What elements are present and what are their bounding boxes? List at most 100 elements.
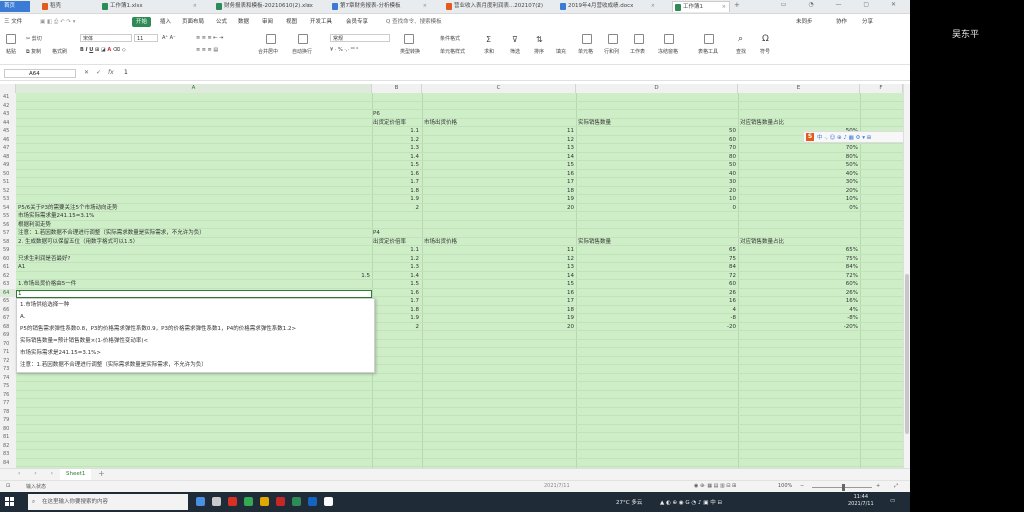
sync-status[interactable]: 未同步 — [796, 17, 813, 25]
cortana-icon[interactable] — [196, 497, 205, 506]
row-header[interactable]: 48 — [0, 153, 16, 161]
dropdown-item[interactable]: P5的销售需求弹性系数0.8，P3的价格需求弹性系数0.9，P3的价格需求弹性系… — [20, 325, 296, 333]
row-header[interactable]: 44 — [0, 119, 16, 127]
sort-icon[interactable]: ⇅ — [536, 35, 543, 44]
symbol-icon[interactable]: Ω — [762, 34, 769, 44]
row-header[interactable]: 50 — [0, 170, 16, 178]
quick-access-icons[interactable]: ▣ ◧ ⎙ ↶ ↷ ▾ — [40, 17, 76, 27]
tab-docx[interactable]: 2019年4月营收成绩.docx × — [558, 1, 658, 12]
collaborate-button[interactable]: 协作 — [836, 17, 847, 25]
row-header[interactable]: 80 — [0, 425, 16, 433]
wrap-icon[interactable] — [298, 34, 308, 44]
close-icon[interactable]: × — [307, 1, 311, 12]
row-header[interactable]: 67 — [0, 314, 16, 322]
cells-icon[interactable] — [582, 34, 592, 44]
row-header[interactable]: 65 — [0, 297, 16, 305]
row-header[interactable]: 45 — [0, 127, 16, 135]
row-header[interactable]: 84 — [0, 459, 16, 467]
cut-button[interactable]: ✂ 剪切 — [26, 35, 42, 42]
column-header-b[interactable]: B — [372, 84, 422, 93]
find-icon[interactable]: ⌕ — [738, 34, 743, 44]
rowcol-icon[interactable] — [608, 34, 618, 44]
fx-icon[interactable]: fx — [108, 69, 114, 76]
row-header[interactable]: 43 — [0, 110, 16, 118]
row-header[interactable]: 69 — [0, 331, 16, 339]
number-format-select[interactable]: 常规 — [330, 34, 390, 42]
windows-start-icon[interactable] — [5, 497, 15, 507]
cell-style-button[interactable]: 单元格样式 — [440, 48, 465, 55]
row-header[interactable]: 47 — [0, 144, 16, 152]
column-header-f[interactable]: F — [860, 84, 903, 93]
menu-page-layout[interactable]: 页面布局 — [182, 17, 204, 27]
row-header[interactable]: 70 — [0, 340, 16, 348]
merge-center-button[interactable]: 合并居中 — [258, 48, 278, 55]
row-header[interactable]: 54 — [0, 204, 16, 212]
dropdown-item[interactable]: 实际销售数量=预计销售数量×(1-价格弹性变动率)< — [20, 337, 148, 345]
row-header[interactable]: 74 — [0, 374, 16, 382]
zoom-out-icon[interactable]: − — [800, 483, 804, 489]
tab-finance-report[interactable]: 财务报表和模板-20210610(2).xlsx × — [214, 1, 314, 12]
row-header[interactable]: 60 — [0, 255, 16, 263]
close-icon[interactable]: × — [722, 2, 726, 12]
app-icon-red[interactable] — [228, 497, 237, 506]
merge-icon[interactable] — [266, 34, 276, 44]
row-header[interactable]: 79 — [0, 416, 16, 424]
freeze-panes-button[interactable]: 冻结窗格 — [658, 48, 678, 55]
column-header-a[interactable]: A — [16, 84, 372, 93]
menu-home[interactable]: 开始 — [132, 17, 152, 27]
row-header[interactable]: 81 — [0, 433, 16, 441]
table-tools-icon[interactable] — [704, 34, 714, 44]
align-top-icons[interactable]: ≡ ≡ ≡ ⇤ ⇥ — [196, 35, 223, 41]
system-tray-icons[interactable]: ▲ ◐ ⊕ ◉ G ◔ ♪ ▣ 中 ⊟ — [660, 498, 722, 506]
symbol-button[interactable]: 符号 — [760, 48, 770, 55]
row-header[interactable]: 71 — [0, 348, 16, 356]
row-header[interactable]: 57 — [0, 229, 16, 237]
row-header[interactable]: 62 — [0, 272, 16, 280]
app-icon-blue[interactable] — [308, 497, 317, 506]
confirm-icon[interactable]: ✓ — [96, 69, 101, 76]
filter-icon[interactable]: ⊽ — [512, 35, 518, 44]
row-header[interactable]: 59 — [0, 246, 16, 254]
window-controls[interactable]: ▭ ◔ — ▢ ✕ — [781, 1, 906, 8]
zoom-slider-knob[interactable] — [842, 484, 845, 491]
row-header[interactable]: 82 — [0, 442, 16, 450]
new-tab-icon[interactable]: + — [734, 1, 740, 9]
column-header-c[interactable]: C — [422, 84, 576, 93]
menu-review[interactable]: 审阅 — [262, 17, 273, 27]
tab-current-workbook[interactable]: 工作簿1 × — [672, 1, 730, 12]
sort-button[interactable]: 排序 — [534, 48, 544, 55]
row-header[interactable]: 66 — [0, 306, 16, 314]
row-header[interactable]: 83 — [0, 450, 16, 458]
zoom-in-icon[interactable]: + — [876, 483, 880, 489]
font-style-icons[interactable]: B I U ⊞ ◪ A ⌫ ◇ — [80, 47, 126, 53]
row-header[interactable]: 56 — [0, 221, 16, 229]
zoom-level[interactable]: 100% — [778, 483, 792, 489]
paste-icon[interactable] — [6, 34, 16, 44]
freeze-icon[interactable] — [664, 34, 674, 44]
type-convert-button[interactable]: 类型转换 — [400, 48, 420, 55]
task-view-icon[interactable] — [212, 497, 221, 506]
weather-widget[interactable]: 27°C 多云 — [616, 498, 642, 506]
font-name-select[interactable]: 宋体 — [80, 34, 132, 42]
notification-icon[interactable]: ▭ — [890, 498, 895, 504]
formula-input[interactable]: 1 — [124, 69, 128, 76]
vertical-scrollbar[interactable] — [903, 84, 910, 468]
tab-revenue[interactable]: 营业收入表月度利润表...202107(2) × — [444, 1, 544, 12]
row-header[interactable]: 49 — [0, 161, 16, 169]
cells-button[interactable]: 单元格 — [578, 48, 593, 55]
paste-button[interactable]: 粘贴 — [6, 48, 16, 55]
align-bottom-icons[interactable]: ≡ ≡ ≡ ▤ — [196, 47, 218, 53]
row-header[interactable]: 77 — [0, 399, 16, 407]
row-header[interactable]: 73 — [0, 365, 16, 373]
column-header-d[interactable]: D — [576, 84, 738, 93]
add-sheet-icon[interactable]: + — [98, 469, 105, 478]
menu-data[interactable]: 数据 — [238, 17, 249, 27]
row-header[interactable]: 76 — [0, 391, 16, 399]
filter-button[interactable]: 筛选 — [510, 48, 520, 55]
ime-tool-icons[interactable]: 中 ·, ☺ ⊕ ♪ ▦ ⚙ ▾ ⊞ — [817, 133, 871, 141]
app-icon-white[interactable] — [324, 497, 333, 506]
menu-insert[interactable]: 插入 — [160, 17, 171, 27]
row-header[interactable]: 75 — [0, 382, 16, 390]
wps-sheet-icon[interactable] — [292, 497, 301, 506]
dropdown-item[interactable]: 1.市场供给选择一种 — [20, 301, 69, 309]
